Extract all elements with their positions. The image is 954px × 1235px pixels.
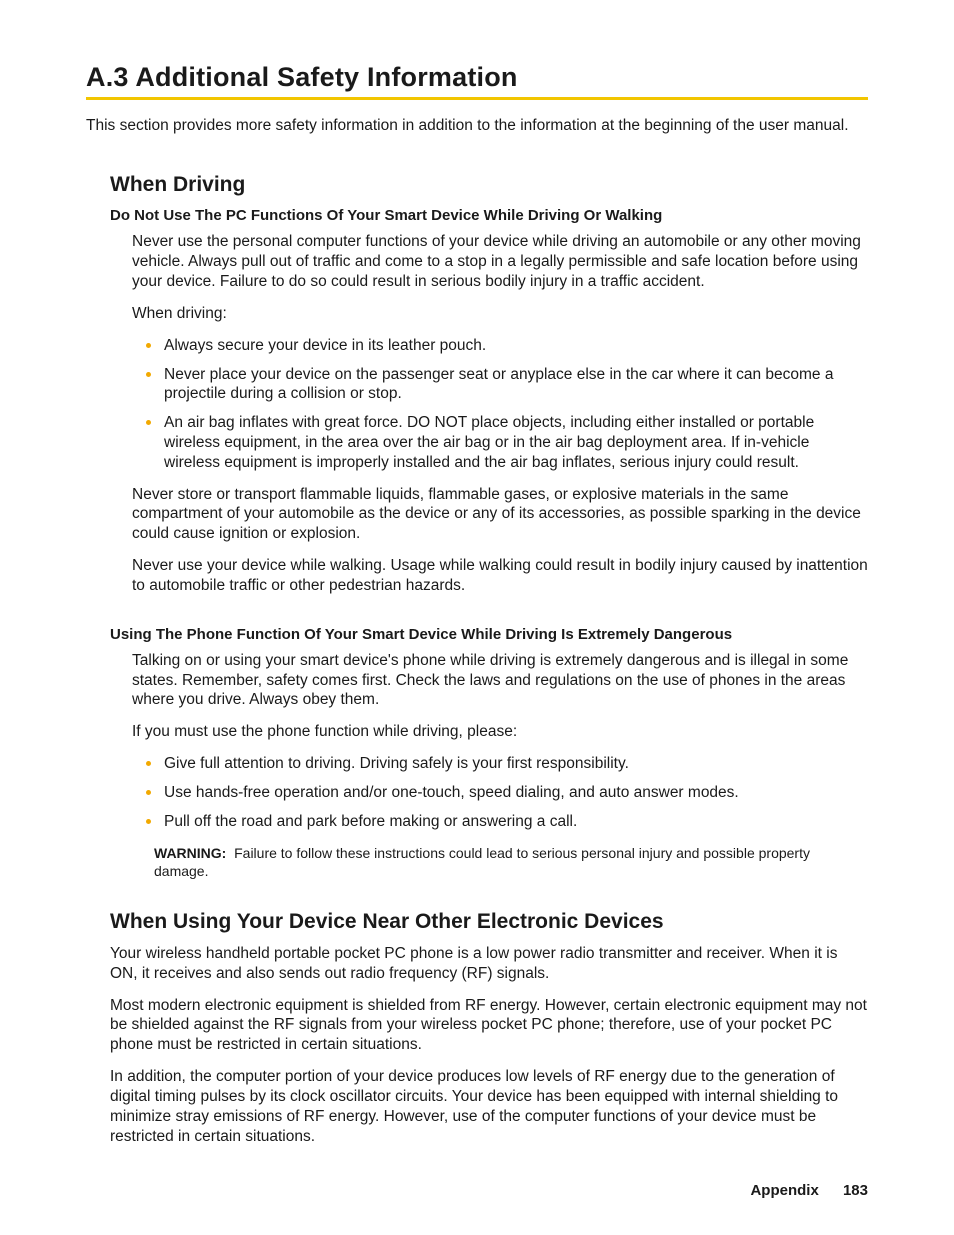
- list-item: An air bag inflates with great force. DO…: [132, 413, 868, 472]
- page: A.3 Additional Safety Information This s…: [0, 0, 954, 1235]
- list-item: Use hands-free operation and/or one-touc…: [132, 783, 868, 803]
- warning-note: WARNING: Failure to follow these instruc…: [154, 844, 868, 880]
- footer-page-number: 183: [843, 1182, 868, 1199]
- body-text: Most modern electronic equipment is shie…: [110, 996, 868, 1055]
- body-text: When driving:: [132, 304, 868, 324]
- intro-paragraph: This section provides more safety inform…: [86, 116, 868, 135]
- list-item: Always secure your device in its leather…: [132, 336, 868, 356]
- footer-appendix: Appendix: [750, 1182, 818, 1199]
- list-item: Give full attention to driving. Driving …: [132, 754, 868, 774]
- body-text: Never store or transport flammable liqui…: [132, 485, 868, 544]
- body-text: If you must use the phone function while…: [132, 722, 868, 742]
- body-text: Your wireless handheld portable pocket P…: [110, 944, 868, 984]
- electronic-title: When Using Your Device Near Other Electr…: [110, 910, 868, 934]
- body-text: Never use your device while walking. Usa…: [132, 556, 868, 596]
- bullet-list: Give full attention to driving. Driving …: [132, 754, 868, 831]
- subsection-driving: When Driving Do Not Use The PC Functions…: [110, 173, 868, 880]
- body-text: Talking on or using your smart device's …: [132, 651, 868, 710]
- warning-text: Failure to follow these instructions cou…: [154, 845, 810, 879]
- bullet-list: Always secure your device in its leather…: [132, 336, 868, 473]
- driving-topic2-heading: Using The Phone Function Of Your Smart D…: [110, 626, 868, 643]
- list-item: Never place your device on the passenger…: [132, 365, 868, 405]
- driving-title: When Driving: [110, 173, 868, 197]
- list-item: Pull off the road and park before making…: [132, 812, 868, 832]
- body-text: In addition, the computer portion of you…: [110, 1067, 868, 1146]
- driving-topic1-body: Never use the personal computer function…: [132, 232, 868, 595]
- driving-topic1-heading: Do Not Use The PC Functions Of Your Smar…: [110, 207, 868, 224]
- subsection-electronic: When Using Your Device Near Other Electr…: [110, 910, 868, 1146]
- page-footer: Appendix 183: [750, 1182, 868, 1199]
- warning-label: WARNING:: [154, 845, 226, 861]
- driving-topic2-body: Talking on or using your smart device's …: [132, 651, 868, 880]
- body-text: Never use the personal computer function…: [132, 232, 868, 291]
- section-heading: A.3 Additional Safety Information: [86, 62, 868, 93]
- heading-rule: [86, 97, 868, 100]
